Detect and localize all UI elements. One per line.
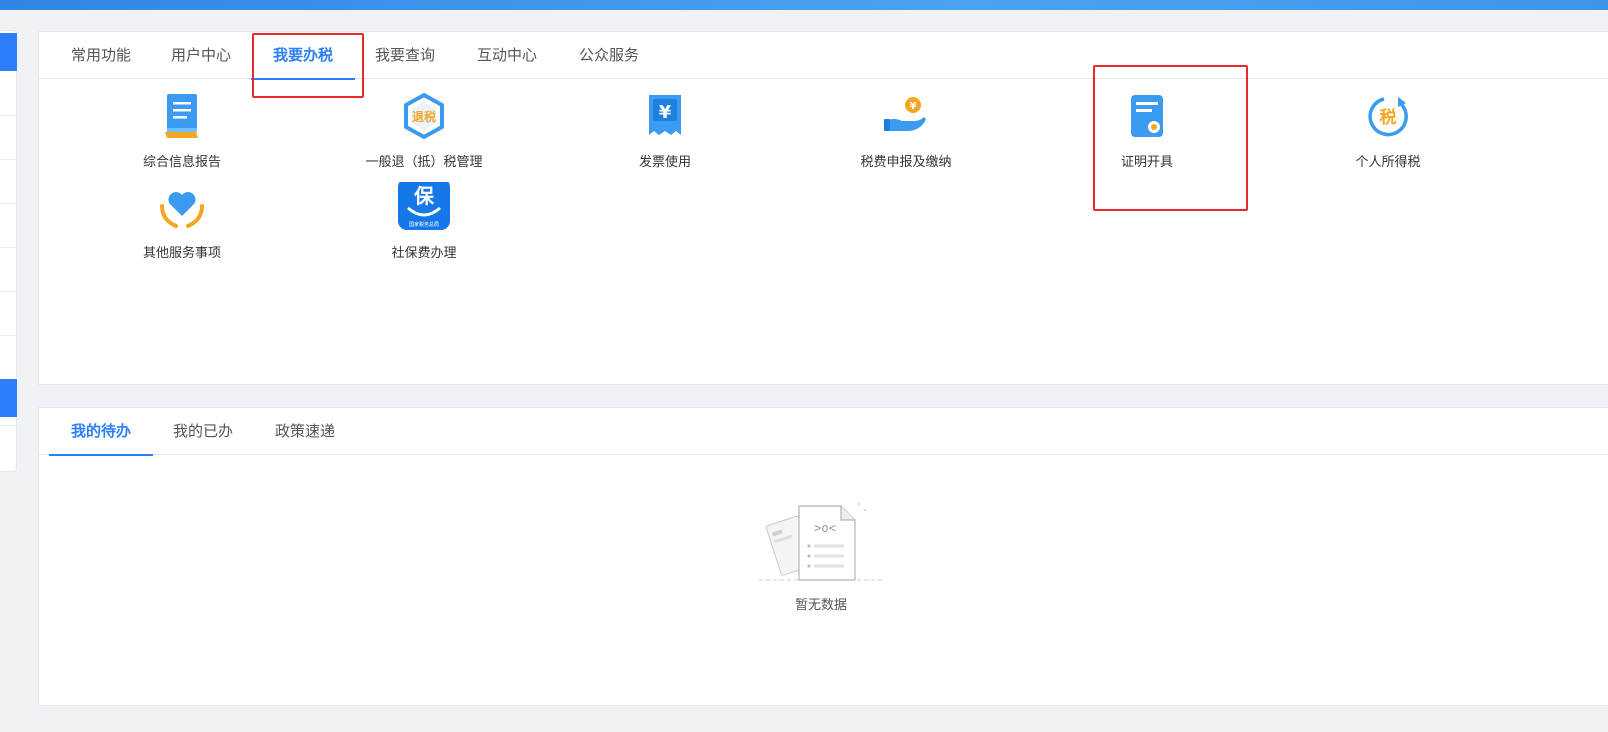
- tab-tax-query[interactable]: 我要查询: [365, 32, 445, 79]
- sidebar-divider: [0, 425, 16, 426]
- sidebar-divider: [0, 291, 16, 292]
- sidebar-active-block[interactable]: [0, 33, 17, 71]
- service-label: 一般退（抵）税管理: [365, 155, 483, 170]
- service-declare-pay[interactable]: ¥ 税费申报及缴纳: [811, 91, 1001, 183]
- tasks-panel: 我的待办 我的已办 政策速递 >o< 暂无数据: [38, 407, 1608, 706]
- tasks-tab-bar: 我的待办 我的已办 政策速递: [39, 408, 1608, 456]
- service-other-matters[interactable]: 其他服务事项: [87, 182, 277, 274]
- tab-public-services[interactable]: 公众服务: [569, 32, 649, 79]
- invoice-icon: ¥: [649, 95, 681, 135]
- active-tab-underline: [49, 454, 153, 456]
- service-label: 综合信息报告: [142, 155, 221, 170]
- sidebar-divider: [0, 247, 16, 248]
- svg-text:国家税务总局: 国家税务总局: [409, 221, 439, 228]
- service-label: 社保费办理: [391, 246, 457, 261]
- empty-document-icon: >o<: [759, 503, 883, 581]
- svg-text:保: 保: [413, 184, 435, 208]
- service-label: 税费申报及缴纳: [860, 155, 952, 170]
- sidebar-divider: [0, 203, 16, 204]
- heart-hands-icon: [160, 192, 204, 228]
- tab-my-done[interactable]: 我的已办: [163, 408, 243, 455]
- highlight-box-certificate: [1093, 65, 1248, 211]
- tab-my-todo[interactable]: 我的待办: [49, 408, 153, 456]
- sidebar-selected-item[interactable]: [0, 379, 17, 417]
- personal-tax-icon: 税: [1368, 97, 1408, 137]
- tab-user-center[interactable]: 用户中心: [161, 32, 241, 79]
- svg-text:¥: ¥: [659, 102, 672, 123]
- service-comprehensive-report[interactable]: 综合信息报告: [87, 91, 277, 183]
- service-invoice[interactable]: ¥ 发票使用: [570, 91, 760, 183]
- highlight-box-tab: [252, 33, 364, 98]
- service-label: 其他服务事项: [142, 246, 221, 261]
- document-report-icon: [165, 94, 198, 138]
- sidebar-divider: [0, 115, 16, 116]
- top-header-bar: [0, 0, 1608, 10]
- service-label: 个人所得税: [1355, 155, 1421, 170]
- empty-state-text: 暂无数据: [794, 598, 847, 613]
- sidebar-divider: [0, 159, 16, 160]
- tab-interaction-center[interactable]: 互动中心: [467, 32, 547, 79]
- sidebar-divider: [0, 335, 16, 336]
- social-security-icon: 保 国家税务总局: [398, 182, 450, 230]
- svg-text:¥: ¥: [910, 101, 917, 112]
- tax-refund-icon: 退税: [404, 92, 444, 140]
- hand-coin-icon: ¥: [884, 97, 926, 131]
- service-tax-refund[interactable]: 退税 一般退（抵）税管理: [329, 91, 519, 183]
- service-personal-income-tax[interactable]: 税 个人所得税: [1293, 91, 1483, 183]
- service-social-security[interactable]: 保 国家税务总局 社保费办理: [329, 182, 519, 274]
- tab-policy-express[interactable]: 政策速递: [265, 408, 345, 455]
- service-label: 发票使用: [638, 155, 691, 170]
- tab-common-functions[interactable]: 常用功能: [61, 32, 141, 79]
- svg-text:退税: 退税: [412, 109, 436, 124]
- svg-text:税: 税: [1380, 107, 1397, 128]
- left-sidebar: [0, 30, 17, 472]
- empty-state: >o< 暂无数据: [759, 496, 883, 613]
- svg-text:>o<: >o<: [814, 521, 836, 535]
